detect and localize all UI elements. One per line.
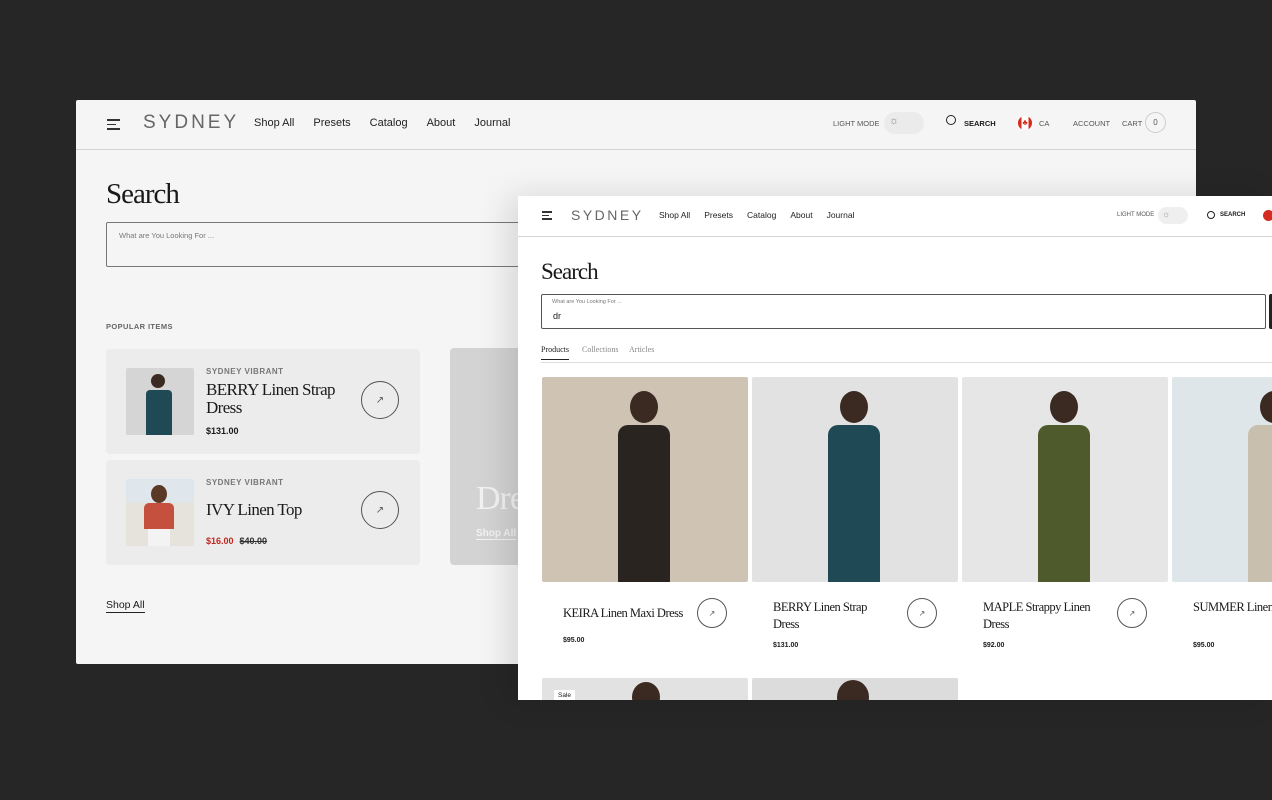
arrow-up-right-icon[interactable]: ↗ bbox=[697, 598, 727, 628]
popular-items-label: POPULAR ITEMS bbox=[106, 322, 173, 331]
search-placeholder: What are You Looking For ... bbox=[119, 231, 215, 240]
header: SYDNEY Shop All Presets Catalog About Jo… bbox=[518, 196, 1272, 237]
compare-price: $40.00 bbox=[239, 536, 268, 546]
search-icon[interactable] bbox=[946, 115, 956, 125]
search-label: What are You Looking For ... bbox=[552, 299, 622, 305]
product-image[interactable] bbox=[1172, 377, 1272, 582]
page-title: Search bbox=[541, 259, 599, 284]
search-input[interactable]: What are You Looking For ... dr bbox=[541, 294, 1266, 329]
nav-catalog[interactable]: Catalog bbox=[747, 210, 776, 220]
arrow-up-right-icon[interactable]: ↗ bbox=[907, 598, 937, 628]
arrow-up-right-icon[interactable]: ↗ bbox=[1117, 598, 1147, 628]
search-button[interactable]: SEARCH bbox=[1220, 212, 1245, 218]
product-price: $95.00 bbox=[1193, 642, 1215, 649]
product-card[interactable]: BERRY Linen Strap Dress $131.00 ↗ bbox=[752, 377, 958, 649]
product-thumbnail bbox=[126, 368, 194, 435]
logo[interactable]: SYDNEY bbox=[571, 207, 644, 223]
cart-count[interactable]: 0 bbox=[1145, 112, 1166, 133]
nav-presets[interactable]: Presets bbox=[704, 210, 733, 220]
logo[interactable]: SYDNEY bbox=[143, 112, 239, 134]
product-name[interactable]: IVY Linen Top bbox=[206, 501, 346, 519]
product-name[interactable]: BERRY Linen Strap Dress bbox=[773, 599, 893, 633]
canada-flag-icon[interactable]: ♣ bbox=[1018, 116, 1032, 130]
country-selector[interactable]: CA bbox=[1039, 119, 1049, 128]
nav-shop-all[interactable]: Shop All bbox=[659, 210, 690, 220]
product-name[interactable]: BERRY Linen Strap Dress bbox=[206, 381, 346, 417]
nav-catalog[interactable]: Catalog bbox=[370, 117, 408, 129]
account-link[interactable]: ACCOUNT bbox=[1073, 119, 1110, 128]
light-mode-toggle[interactable]: ☼ bbox=[884, 112, 924, 134]
light-mode-label: LIGHT MODE bbox=[1117, 212, 1155, 218]
sun-icon: ☼ bbox=[1162, 209, 1171, 219]
front-window: SYDNEY Shop All Presets Catalog About Jo… bbox=[518, 196, 1272, 700]
light-mode-toggle[interactable]: ☼ bbox=[1158, 207, 1188, 224]
arrow-up-right-icon[interactable]: ↗ bbox=[361, 381, 399, 419]
popular-item[interactable]: SYDNEY VIBRANT IVY Linen Top $16.00 $40.… bbox=[106, 460, 420, 565]
sun-icon: ☼ bbox=[889, 115, 900, 127]
product-name[interactable]: SUMMER Linen dress bbox=[1193, 599, 1272, 616]
product-card[interactable]: Sale bbox=[542, 678, 748, 700]
product-card[interactable]: MAPLE Strappy Linen Dress $92.00 ↗ bbox=[962, 377, 1168, 649]
canada-flag-icon[interactable] bbox=[1263, 210, 1272, 221]
tab-products[interactable]: Products bbox=[541, 345, 569, 360]
collection-link[interactable]: Shop All bbox=[476, 528, 517, 540]
arrow-up-right-icon[interactable]: ↗ bbox=[361, 491, 399, 529]
main-nav: Shop All Presets Catalog About Journal bbox=[659, 210, 854, 220]
light-mode-label: LIGHT MODE bbox=[833, 119, 880, 128]
tab-articles[interactable]: Articles bbox=[629, 345, 654, 354]
shop-all-link[interactable]: Shop All bbox=[106, 599, 145, 613]
product-name[interactable]: MAPLE Strappy Linen Dress bbox=[983, 599, 1103, 633]
sale-badge: Sale bbox=[554, 690, 576, 700]
results-tabs: Products Collections Articles bbox=[541, 345, 1272, 363]
product-thumbnail bbox=[126, 479, 194, 546]
product-brand: SYDNEY VIBRANT bbox=[206, 478, 284, 487]
product-price: $95.00 bbox=[563, 637, 585, 644]
nav-journal[interactable]: Journal bbox=[474, 117, 510, 129]
product-price: $92.00 bbox=[983, 642, 1005, 649]
header: SYDNEY Shop All Presets Catalog About Jo… bbox=[76, 100, 1196, 150]
product-price: $131.00 bbox=[773, 642, 799, 649]
nav-about[interactable]: About bbox=[427, 117, 456, 129]
product-card[interactable]: SUMMER Linen dress $95.00 ↗ bbox=[1172, 377, 1272, 649]
menu-icon[interactable] bbox=[542, 209, 552, 222]
product-brand: SYDNEY VIBRANT bbox=[206, 367, 284, 376]
product-card[interactable] bbox=[752, 678, 958, 700]
popular-item[interactable]: SYDNEY VIBRANT BERRY Linen Strap Dress $… bbox=[106, 349, 420, 454]
nav-shop-all[interactable]: Shop All bbox=[254, 117, 294, 129]
nav-presets[interactable]: Presets bbox=[313, 117, 350, 129]
sale-price: $16.00 bbox=[206, 536, 234, 546]
product-name[interactable]: KEIRA Linen Maxi Dress bbox=[563, 605, 683, 622]
product-image[interactable] bbox=[542, 377, 748, 582]
tab-collections[interactable]: Collections bbox=[582, 345, 618, 354]
search-button[interactable]: SEARCH bbox=[964, 119, 996, 128]
nav-about[interactable]: About bbox=[790, 210, 812, 220]
product-price: $131.00 bbox=[206, 426, 239, 436]
cart-link[interactable]: CART bbox=[1122, 119, 1142, 128]
search-icon[interactable] bbox=[1207, 211, 1215, 219]
product-image[interactable] bbox=[962, 377, 1168, 582]
product-card[interactable]: KEIRA Linen Maxi Dress $95.00 ↗ bbox=[542, 377, 748, 644]
search-query: dr bbox=[553, 311, 562, 321]
main-nav: Shop All Presets Catalog About Journal bbox=[254, 117, 510, 129]
page-title: Search bbox=[106, 178, 180, 210]
product-image[interactable] bbox=[752, 377, 958, 582]
nav-journal[interactable]: Journal bbox=[827, 210, 855, 220]
menu-icon[interactable] bbox=[107, 116, 120, 133]
